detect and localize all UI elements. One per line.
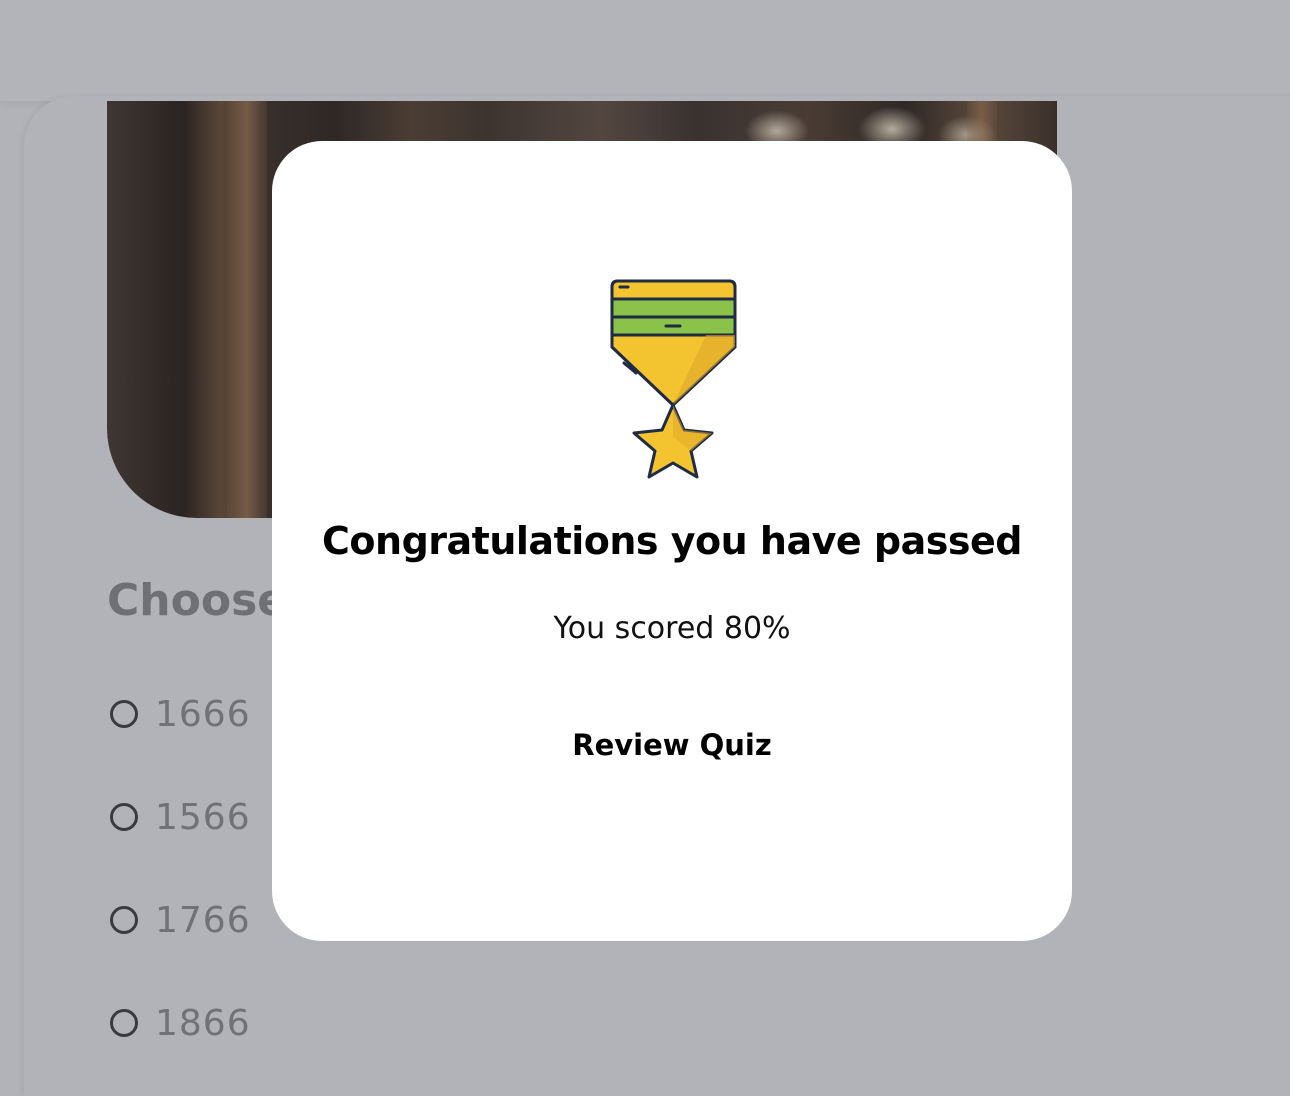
answer-option[interactable]: 1666 <box>110 693 251 735</box>
radio-button[interactable] <box>110 700 138 728</box>
modal-title: Congratulations you have passed <box>322 519 1022 563</box>
answer-option-label: 1566 <box>155 796 251 838</box>
answer-option-label: 1666 <box>155 693 251 735</box>
hero-image-detail <box>227 101 267 518</box>
answer-option[interactable]: 1766 <box>110 899 251 941</box>
answer-option-label: 1766 <box>155 899 251 941</box>
question-text: Choose <box>107 575 288 626</box>
answer-option-label: 1866 <box>155 1002 251 1044</box>
top-header-bar <box>0 0 1290 103</box>
radio-button[interactable] <box>110 1009 138 1037</box>
answer-option[interactable]: 1566 <box>110 796 251 838</box>
medal-icon <box>606 277 741 482</box>
radio-button[interactable] <box>110 803 138 831</box>
radio-button[interactable] <box>110 906 138 934</box>
review-quiz-button[interactable]: Review Quiz <box>522 719 822 771</box>
results-modal: Congratulations you have passed You scor… <box>272 141 1072 941</box>
score-text: You scored 80% <box>553 611 791 646</box>
answer-option[interactable]: 1866 <box>110 1002 251 1044</box>
